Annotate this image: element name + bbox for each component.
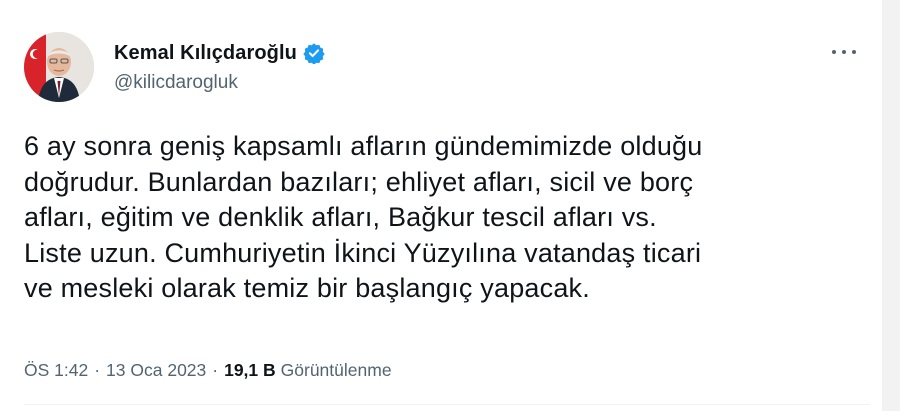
tweet-card: Kemal Kılıçdaroğlu @kilicdarogluk 6 ay s… <box>0 0 900 411</box>
tweet-text: 6 ay sonra geniş kapsamlı afların gündem… <box>24 131 703 303</box>
tweet-time[interactable]: ÖS 1:42 <box>24 360 88 381</box>
tweet-meta: ÖS 1:42 · 13 Oca 2023 · 19,1 B Görüntüle… <box>24 358 392 382</box>
views-label: Görüntülenme <box>280 359 392 380</box>
more-dot <box>842 50 846 54</box>
meta-separator: · <box>212 359 219 380</box>
name-row: Kemal Kılıçdaroğlu <box>114 40 325 66</box>
more-horizontal-icon[interactable] <box>832 46 856 58</box>
tweet-date[interactable]: 13 Oca 2023 <box>106 360 206 381</box>
display-name[interactable]: Kemal Kılıçdaroğlu <box>114 42 297 65</box>
window-edge <box>882 0 900 411</box>
tweet-header: Kemal Kılıçdaroğlu @kilicdarogluk <box>24 32 870 104</box>
profile-photo-icon <box>24 32 94 102</box>
more-dot <box>852 50 856 54</box>
avatar[interactable] <box>24 32 94 102</box>
divider <box>24 404 870 405</box>
more-dot <box>832 50 836 54</box>
views-count[interactable]: 19,1 B <box>224 360 276 381</box>
author-info: Kemal Kılıçdaroğlu @kilicdarogluk <box>114 40 325 94</box>
meta-separator: · <box>94 359 101 380</box>
verified-badge-icon <box>303 42 325 65</box>
author-handle[interactable]: @kilicdarogluk <box>114 72 325 94</box>
